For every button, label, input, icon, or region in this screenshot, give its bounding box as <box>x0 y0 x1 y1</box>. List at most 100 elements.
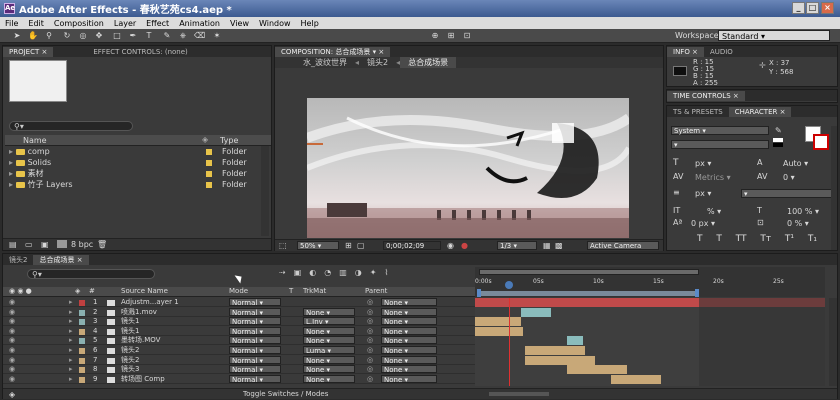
menu-view[interactable]: View <box>225 19 254 28</box>
rotate-tool-icon[interactable]: ↻ <box>62 31 72 41</box>
layer-mode-dropdown[interactable]: Normal ▾ <box>229 365 281 374</box>
label-chip[interactable] <box>79 376 85 383</box>
table-row[interactable]: ◉ ▸ 1 Adjustm...ayer 1 Normal ▾ ◎ None ▾ <box>3 298 475 307</box>
column-type[interactable]: Type <box>220 136 238 145</box>
layer-duration-bar[interactable] <box>567 365 627 375</box>
grid-icon[interactable]: ⊞ <box>345 241 352 250</box>
tab-composition[interactable]: COMPOSITION: 总合成场景 ▾ × <box>275 47 391 57</box>
expand-arrow-icon[interactable]: ▸ <box>69 317 73 326</box>
mask-icon[interactable]: ▢ <box>357 241 365 250</box>
work-area-bar[interactable] <box>479 291 695 296</box>
menu-composition[interactable]: Composition <box>49 19 109 28</box>
kerning-value[interactable]: Metrics ▾ <box>695 173 731 182</box>
layer-duration-bar[interactable] <box>525 346 585 355</box>
tab-effect-controls[interactable]: EFFECT CONTROLS: (none) <box>53 47 193 57</box>
visibility-eye-icon[interactable]: ◉ <box>9 308 15 317</box>
layer-mode-dropdown[interactable]: Normal ▾ <box>229 374 281 384</box>
layer-name[interactable]: 转场图 Comp <box>121 375 165 384</box>
pan-behind-tool-icon[interactable]: ✥ <box>94 31 104 41</box>
layer-name[interactable]: 镜头1 <box>121 317 139 326</box>
composition-viewer[interactable] <box>307 98 629 238</box>
layer-duration-bar[interactable] <box>475 317 521 327</box>
project-scrollbar[interactable] <box>261 146 269 236</box>
axis-view-icon[interactable]: ⊡ <box>462 31 472 41</box>
table-row[interactable]: ◉ ▸ 4 镜头1 Normal ▾ None ▾ ◎ None ▾ <box>3 326 475 336</box>
hand-tool-icon[interactable]: ✋ <box>28 31 38 41</box>
puppet-tool-icon[interactable]: ✶ <box>212 31 222 41</box>
label-chip[interactable] <box>79 338 85 345</box>
visibility-eye-icon[interactable]: ◉ <box>9 317 15 326</box>
project-search-input[interactable]: ⚲▾ <box>9 121 133 131</box>
label-column-icon[interactable]: ◈ <box>202 135 208 144</box>
zoom-dropdown[interactable]: 50% ▾ <box>297 241 339 250</box>
pick-whip-icon[interactable]: ◎ <box>367 356 373 365</box>
zoom-slider[interactable] <box>489 392 549 396</box>
layer-duration-bar[interactable] <box>475 326 523 336</box>
column-t[interactable]: T <box>289 287 293 295</box>
visibility-eye-icon[interactable]: ◉ <box>9 365 15 374</box>
expand-arrow-icon[interactable]: ▸ <box>69 308 73 317</box>
resolution-dropdown[interactable]: 1/3 ▾ <box>497 241 537 250</box>
character-scrollbar[interactable] <box>831 126 837 250</box>
layer-name[interactable]: 喷溅1.mov <box>121 308 157 317</box>
work-area-start-handle[interactable] <box>477 289 481 297</box>
layer-parent-dropdown[interactable]: None ▾ <box>381 336 437 345</box>
region-icon[interactable]: ▦ <box>543 241 551 250</box>
layer-parent-dropdown[interactable]: None ▾ <box>381 298 437 307</box>
current-time-indicator-handle[interactable] <box>505 281 513 289</box>
column-name[interactable]: Name <box>23 136 47 145</box>
clone-stamp-tool-icon[interactable]: ⎈ <box>178 31 188 41</box>
timeline-scrollbar[interactable] <box>829 298 837 386</box>
label-chip[interactable] <box>79 309 85 316</box>
visibility-eye-icon[interactable]: ◉ <box>9 356 15 365</box>
expand-arrow-icon[interactable]: ▸ <box>69 356 73 365</box>
label-chip[interactable] <box>79 367 85 374</box>
menu-layer[interactable]: Layer <box>109 19 141 28</box>
timeline-search-input[interactable]: ⚲▾ <box>27 269 155 279</box>
menu-help[interactable]: Help <box>296 19 324 28</box>
layer-trkmat-dropdown[interactable]: L.Inv ▾ <box>303 317 355 326</box>
number-column[interactable]: # <box>89 287 95 295</box>
label-chip[interactable] <box>79 300 85 306</box>
hide-shy-icon[interactable]: ◔ <box>324 268 331 280</box>
visibility-eye-icon[interactable]: ◉ <box>9 298 15 307</box>
menu-edit[interactable]: Edit <box>23 19 49 28</box>
tsume-value[interactable]: 0 % ▾ <box>787 219 809 228</box>
label-chip[interactable] <box>79 328 85 335</box>
tab-timeline-main[interactable]: 总合成场景 × <box>33 255 89 265</box>
layer-mode-dropdown[interactable]: Normal ▾ <box>229 336 281 345</box>
channel-icon[interactable]: ● <box>461 241 468 250</box>
column-parent[interactable]: Parent <box>365 287 387 295</box>
leading-value[interactable]: Auto ▾ <box>783 159 808 168</box>
all-caps-icon[interactable]: TT <box>736 234 747 246</box>
column-trkmat[interactable]: TrkMat <box>303 287 326 295</box>
label-chip[interactable] <box>79 357 85 364</box>
breadcrumb-item[interactable]: 镜头2 <box>359 57 396 68</box>
layer-trkmat-dropdown[interactable]: None ▾ <box>303 374 355 384</box>
layer-trkmat-dropdown[interactable]: None ▾ <box>303 355 355 365</box>
superscript-icon[interactable]: T¹ <box>785 234 794 246</box>
layer-mode-dropdown[interactable]: Normal ▾ <box>229 326 281 336</box>
tab-time-controls[interactable]: TIME CONTROLS × <box>667 91 745 101</box>
layer-trkmat-dropdown[interactable]: None ▾ <box>303 326 355 336</box>
layer-mode-dropdown[interactable]: Normal ▾ <box>229 307 281 317</box>
layer-mode-dropdown[interactable]: Normal ▾ <box>229 346 281 355</box>
work-area-end-handle[interactable] <box>695 289 699 297</box>
always-preview-icon[interactable]: ⬚ <box>279 241 287 250</box>
faux-bold-icon[interactable]: T <box>697 234 703 246</box>
faux-italic-icon[interactable]: T <box>716 234 722 246</box>
table-row[interactable]: ◉ ▸ 9 转场图 Comp Normal ▾ None ▾ ◎ None ▾ <box>3 374 475 384</box>
draft-3d-icon[interactable]: ◐ <box>309 268 316 280</box>
visibility-eye-icon[interactable]: ◉ <box>9 375 15 384</box>
layer-name[interactable]: 镜头3 <box>121 365 139 374</box>
small-caps-icon[interactable]: Tт <box>760 234 771 246</box>
trash-icon[interactable]: 🗑 <box>97 240 107 249</box>
comp-mini-flowchart-icon[interactable]: ⇢ <box>279 268 286 280</box>
layer-parent-dropdown[interactable]: None ▾ <box>381 307 437 317</box>
tab-project[interactable]: PROJECT × <box>3 47 54 57</box>
expand-arrow-icon[interactable]: ▸ <box>69 336 73 345</box>
maximize-button[interactable]: □ <box>806 2 819 14</box>
list-item[interactable]: ▸ Solids Folder <box>9 158 259 168</box>
layer-name[interactable]: 镜头2 <box>121 356 139 365</box>
expand-arrow-icon[interactable]: ▸ <box>69 346 73 355</box>
